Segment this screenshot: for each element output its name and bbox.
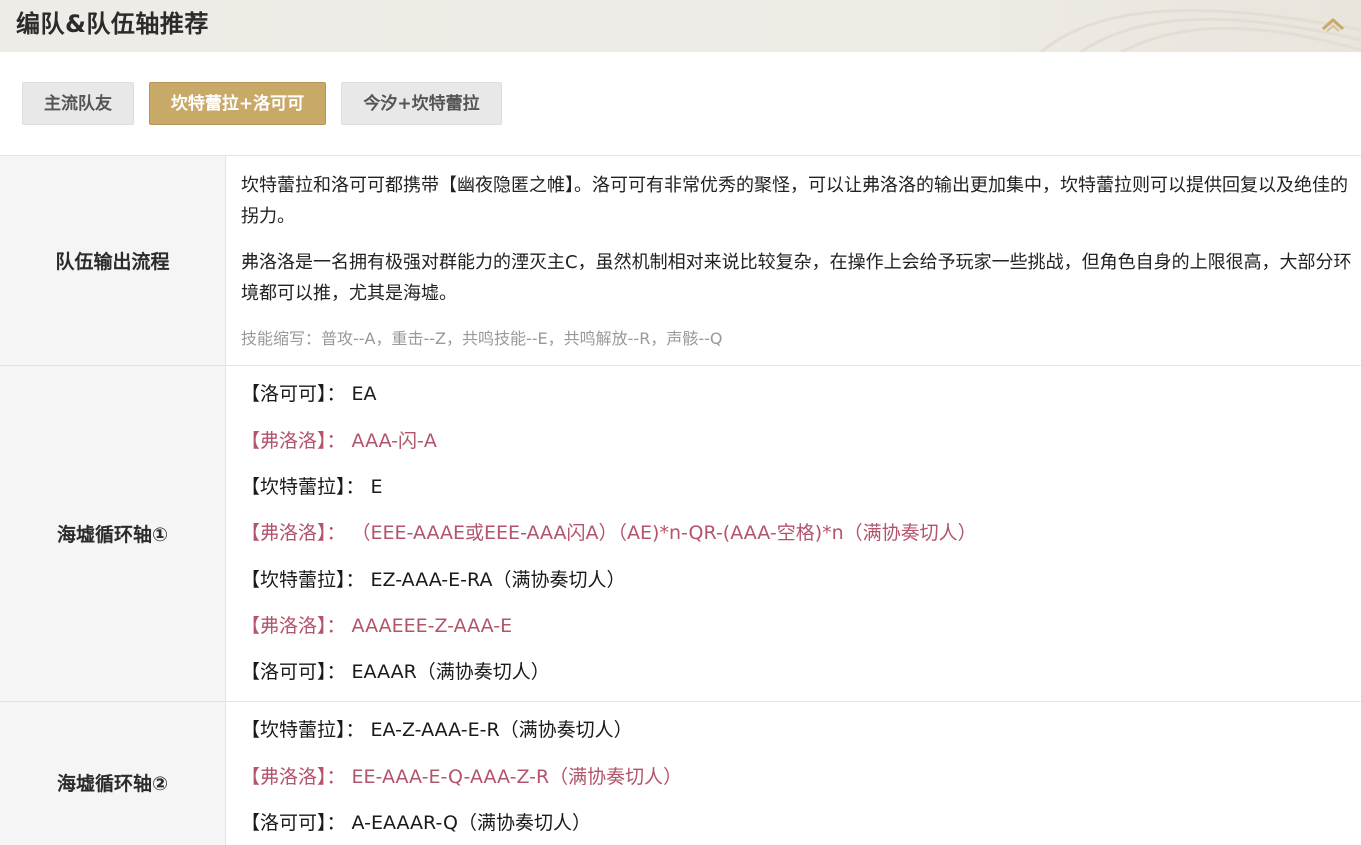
table-row: 海墟循环轴② 【坎特蕾拉】： EA-Z-AAA-E-R（满协奏切人） 【弗洛洛】… [0,702,1361,845]
tab-main-teammates[interactable]: 主流队友 [22,82,134,125]
tab-cantarella-roccia[interactable]: 坎特蕾拉+洛可可 [149,82,326,125]
row-label: 海墟循环轴② [0,702,226,845]
rotation-step: 【洛可可】： A-EAAAR-Q（满协奏切人） [241,812,591,834]
skill-abbreviation-note: 技能缩写：普攻--A，重击--Z，共鸣技能--E，共鸣解放--R，声骸--Q [241,329,723,348]
rotation-step: 【洛可可】： EAAAR（满协奏切人） [241,661,550,683]
rotation-table: 队伍输出流程 坎特蕾拉和洛可可都携带【幽夜隐匿之帷】。洛可可有非常优秀的聚怪，可… [0,155,1361,845]
chevron-up-icon [1321,18,1345,32]
table-row: 队伍输出流程 坎特蕾拉和洛可可都携带【幽夜隐匿之帷】。洛可可有非常优秀的聚怪，可… [0,156,1361,366]
rotation-step: 【洛可可】： EA [241,383,377,405]
paragraph: 弗洛洛是一名拥有极强对群能力的湮灭主C，虽然机制相对来说比较复杂，在操作上会给予… [241,252,1352,304]
rotation-step: 【坎特蕾拉】： EA-Z-AAA-E-R（满协奏切人） [241,719,633,741]
rotation-step: 【弗洛洛】： AAAEEE-Z-AAA-E [241,615,513,637]
section-header: 编队&队伍轴推荐 [0,0,1361,52]
section-title: 编队&队伍轴推荐 [16,10,209,38]
tab-jinhsi-cantarella[interactable]: 今汐+坎特蕾拉 [341,82,502,125]
rotation-step: 【弗洛洛】： （EEE-AAAE或EEE-AAA闪A）（AE)*n-QR-(AA… [241,522,977,544]
row-label: 海墟循环轴① [0,366,226,701]
paragraph: 坎特蕾拉和洛可可都携带【幽夜隐匿之帷】。洛可可有非常优秀的聚怪，可以让弗洛洛的输… [241,175,1348,227]
row-label: 队伍输出流程 [0,156,226,365]
decorative-pattern [1040,9,1361,52]
rotation-step: 【坎特蕾拉】： EZ-AAA-E-RA（满协奏切人） [241,569,626,591]
table-row: 海墟循环轴① 【洛可可】： EA 【弗洛洛】： AAA-闪-A 【坎特蕾拉】： … [0,366,1361,702]
rotation-step: 【弗洛洛】： AAA-闪-A [241,430,437,452]
rotation-step: 【坎特蕾拉】： E [241,476,383,498]
rotation-step: 【弗洛洛】： EE-AAA-E-Q-AAA-Z-R（满协奏切人） [241,766,683,788]
collapse-button[interactable] [1319,12,1347,36]
